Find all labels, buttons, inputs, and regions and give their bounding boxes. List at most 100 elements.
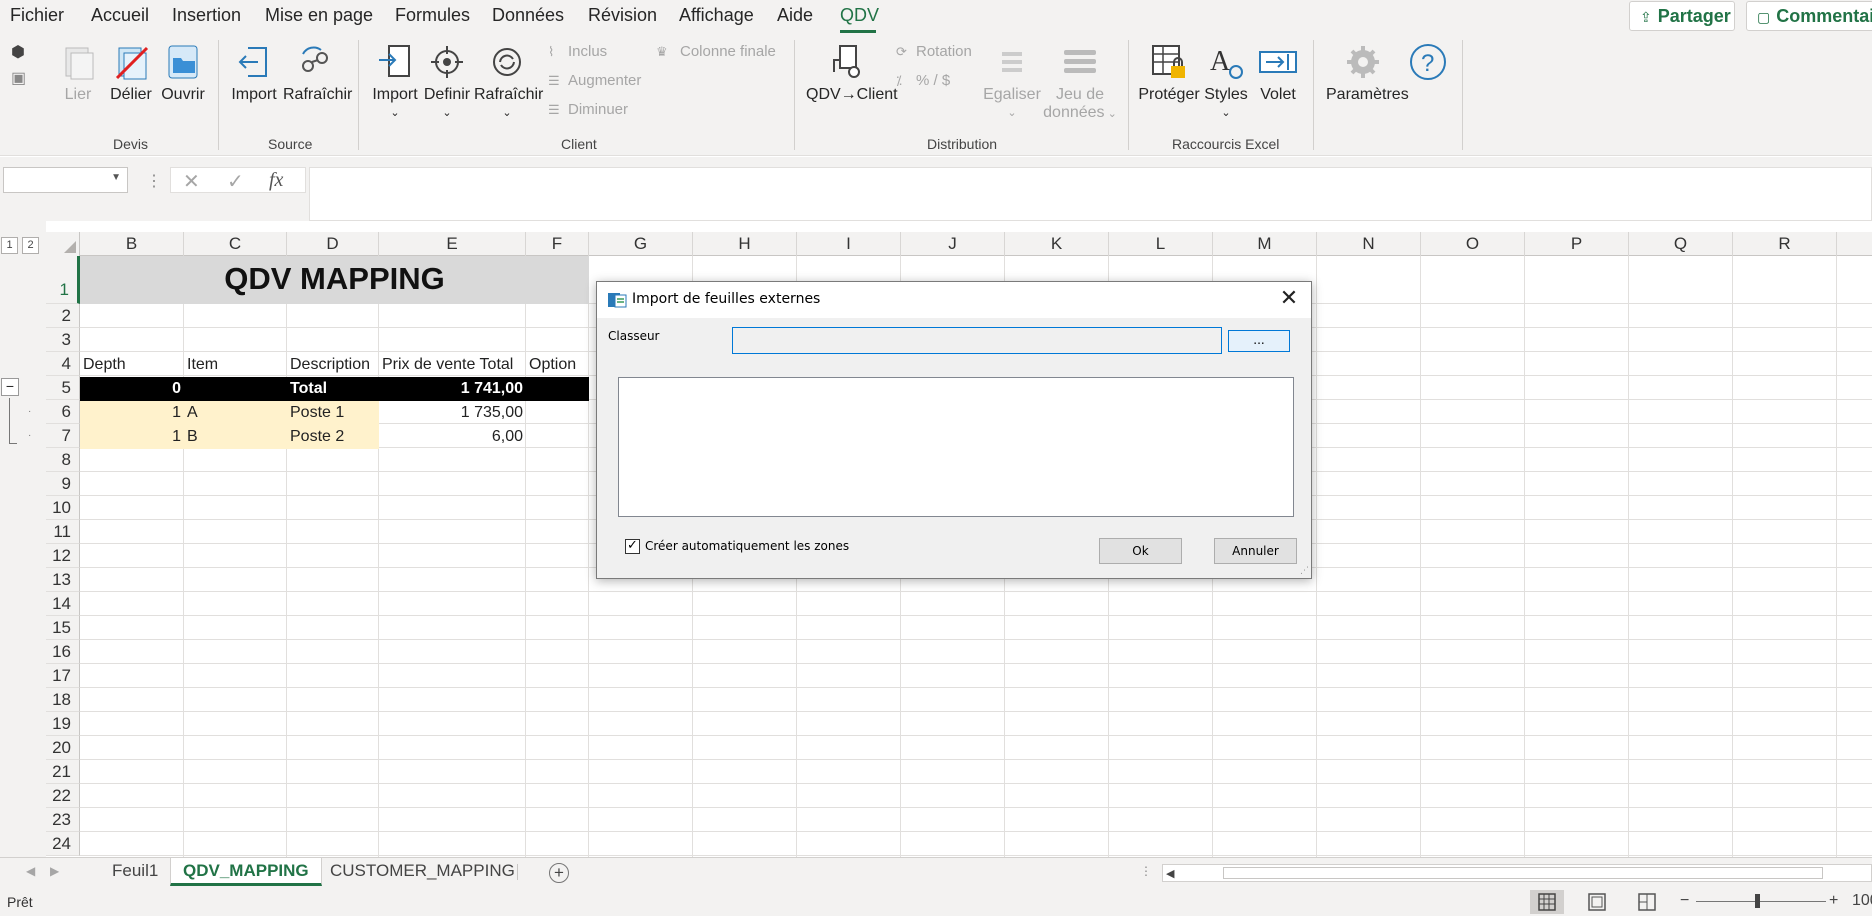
classeur-input[interactable] <box>732 327 1222 354</box>
row6-description[interactable]: Poste 1 <box>287 401 347 425</box>
client-import-button[interactable]: Import ⌄ <box>370 42 420 119</box>
proteger-button[interactable]: Protéger <box>1138 42 1200 104</box>
ok-button[interactable]: Ok <box>1099 538 1182 564</box>
enter-icon[interactable]: ✓ <box>227 169 244 194</box>
horizontal-scrollbar[interactable]: ◀ <box>1162 864 1872 882</box>
column-header-R[interactable]: R <box>1733 232 1837 256</box>
tab-customer-mapping[interactable]: CUSTOMER_MAPPING <box>318 858 527 886</box>
share-button[interactable]: ⇪ Partager <box>1629 1 1735 31</box>
menu-fichier[interactable]: Fichier <box>10 5 64 26</box>
column-header-Q[interactable]: Q <box>1629 232 1733 256</box>
row7-depth[interactable]: 1 <box>80 425 184 449</box>
styles-button[interactable]: A Styles ⌄ <box>1203 42 1249 119</box>
tab-next-icon[interactable]: ▶ <box>50 864 59 878</box>
cancel-icon[interactable]: ✕ <box>183 169 200 194</box>
column-header-B[interactable]: B <box>80 232 184 256</box>
formula-bar-grip[interactable]: ⋮ <box>146 171 162 191</box>
row-header-19[interactable]: 19 <box>46 712 80 736</box>
menu-mise-en-page[interactable]: Mise en page <box>265 5 373 26</box>
column-header-E[interactable]: E <box>379 232 526 256</box>
column-header-N[interactable]: N <box>1317 232 1421 256</box>
collapse-group-button[interactable]: − <box>1 378 19 396</box>
row7-description[interactable]: Poste 2 <box>287 425 347 449</box>
zoom-in-icon[interactable]: + <box>1829 892 1838 910</box>
header-option[interactable]: Option <box>526 353 579 377</box>
menu-qdv[interactable]: QDV <box>840 5 879 26</box>
column-header-C[interactable]: C <box>184 232 287 256</box>
row-header-10[interactable]: 10 <box>46 496 80 520</box>
zoom-slider[interactable] <box>1696 901 1826 902</box>
column-header-H[interactable]: H <box>693 232 797 256</box>
header-item[interactable]: Item <box>184 353 221 377</box>
row-header-8[interactable]: 8 <box>46 448 80 472</box>
row-header-6[interactable]: 6 <box>46 400 80 424</box>
outline-level-1-button[interactable]: 1 <box>1 237 18 254</box>
menu-donnees[interactable]: Données <box>492 5 564 26</box>
menu-revision[interactable]: Révision <box>588 5 657 26</box>
colonne-finale-button[interactable]: ♛ Colonne finale <box>656 43 776 60</box>
row-header-7[interactable]: 7 <box>46 424 80 448</box>
augmenter-button[interactable]: ☰ Augmenter <box>548 72 641 89</box>
column-header-O[interactable]: O <box>1421 232 1525 256</box>
row-header-11[interactable]: 11 <box>46 520 80 544</box>
qdv-client-button[interactable]: QDV→Client <box>806 42 898 104</box>
rotation-button[interactable]: ⟳ Rotation <box>896 43 972 60</box>
row-header-16[interactable]: 16 <box>46 640 80 664</box>
percent-dollar-button[interactable]: ⁒ % / $ <box>896 72 950 89</box>
row7-prix[interactable]: 6,00 <box>379 425 526 449</box>
row-header-24[interactable]: 24 <box>46 832 80 856</box>
comments-button[interactable]: ▢ Commentair <box>1746 1 1872 31</box>
scroll-left-icon[interactable]: ◀ <box>1166 867 1174 880</box>
header-depth[interactable]: Depth <box>80 353 129 377</box>
row-header-3[interactable]: 3 <box>46 328 80 352</box>
auto-zones-label[interactable]: Créer automatiquement les zones <box>645 539 849 553</box>
row-header-15[interactable]: 15 <box>46 616 80 640</box>
parametres-button[interactable]: Paramètres <box>1326 42 1409 104</box>
menu-insertion[interactable]: Insertion <box>172 5 241 26</box>
row-header-14[interactable]: 14 <box>46 592 80 616</box>
outline-level-2-button[interactable]: 2 <box>22 237 39 254</box>
tab-prev-icon[interactable]: ◀ <box>26 864 35 878</box>
qdv-screen-icon[interactable]: ▣ <box>11 68 26 88</box>
volet-button[interactable]: Volet <box>1255 42 1301 104</box>
row-header-18[interactable]: 18 <box>46 688 80 712</box>
row6-item[interactable]: A <box>184 401 201 425</box>
source-rafraichir-button[interactable]: Rafraîchir <box>283 42 352 104</box>
menu-formules[interactable]: Formules <box>395 5 470 26</box>
row-header-12[interactable]: 12 <box>46 544 80 568</box>
tab-feuil1[interactable]: Feuil1 <box>100 858 170 886</box>
column-header-J[interactable]: J <box>901 232 1005 256</box>
egaliser-button[interactable]: Egaliser ⌄ <box>982 42 1042 119</box>
diminuer-button[interactable]: ☰ Diminuer <box>548 101 628 118</box>
help-button[interactable]: ? <box>1408 42 1448 86</box>
normal-view-button[interactable] <box>1530 890 1564 914</box>
close-icon[interactable]: ✕ <box>1267 282 1311 318</box>
definir-button[interactable]: Definir ⌄ <box>423 42 471 119</box>
zoom-level[interactable]: 100 <box>1852 892 1872 910</box>
column-header-K[interactable]: K <box>1005 232 1109 256</box>
browse-button[interactable]: ... <box>1228 330 1290 352</box>
row-header-2[interactable]: 2 <box>46 304 80 328</box>
sheets-list[interactable] <box>618 377 1294 517</box>
column-header-F[interactable]: F <box>526 232 589 256</box>
lier-button[interactable]: Lier <box>56 42 100 104</box>
row-header-1[interactable]: 1 <box>46 256 80 304</box>
qdv-cube-icon[interactable]: ⬢ <box>11 42 25 62</box>
total-prix[interactable]: 1 741,00 <box>379 377 526 401</box>
row7-item[interactable]: B <box>184 425 201 449</box>
select-all-corner[interactable] <box>46 232 80 256</box>
add-sheet-button[interactable]: + <box>549 863 569 883</box>
row6-prix[interactable]: 1 735,00 <box>379 401 526 425</box>
row6-depth[interactable]: 1 <box>80 401 184 425</box>
auto-zones-checkbox[interactable]: ✓ <box>625 539 640 554</box>
row-header-17[interactable]: 17 <box>46 664 80 688</box>
total-depth[interactable]: 0 <box>80 377 184 401</box>
inclus-button[interactable]: ⌇ Inclus <box>548 43 607 60</box>
chevron-down-icon[interactable]: ▼ <box>111 172 121 183</box>
row-header-9[interactable]: 9 <box>46 472 80 496</box>
tab-qdv-mapping[interactable]: QDV_MAPPING <box>170 858 322 886</box>
row-header-20[interactable]: 20 <box>46 736 80 760</box>
formula-input[interactable] <box>309 167 1872 221</box>
ouvrir-button[interactable]: Ouvrir <box>160 42 206 104</box>
header-description[interactable]: Description <box>287 353 373 377</box>
